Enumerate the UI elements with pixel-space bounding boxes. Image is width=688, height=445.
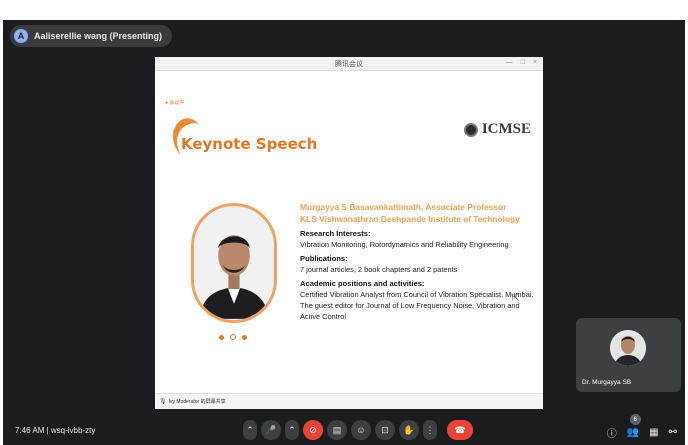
meeting-controls-bar: 7:46 AM | wsq-ivbb-zty ⌃ 🎤 ⌃ ⊘ ▤ ☺ ⊡ ✋ ⋮… — [3, 413, 685, 445]
research-heading: Research Interests: — [300, 229, 371, 238]
raise-hand-icon: ✋ — [403, 424, 415, 435]
participant-avatar — [610, 330, 646, 366]
presenter-label: Aaliserellie wang (Presenting) — [34, 31, 163, 41]
more-options-button[interactable]: ⋮ — [423, 420, 437, 440]
mic-icon: 🎤 — [265, 424, 277, 435]
mic-icon: 🎙 — [159, 399, 167, 405]
publications-heading: Publications: — [300, 254, 348, 263]
chevron-up-icon: ⌃ — [288, 424, 296, 435]
chat-icon[interactable]: ▦ — [649, 427, 658, 438]
camera-button[interactable]: ⊘ — [303, 420, 323, 440]
window-controls: — □ × — [506, 59, 537, 66]
speaker-photo — [191, 203, 277, 323]
activities-icon[interactable]: ⚯ — [669, 427, 677, 438]
hangup-icon: ☎ — [454, 424, 466, 435]
publications-text: 7 journal articles, 2 book chapters and … — [300, 265, 458, 274]
maximize-icon: □ — [520, 59, 525, 66]
participant-count-badge: 6 — [629, 414, 641, 425]
shared-window-title: 腾讯会议 — [335, 60, 363, 68]
shared-screen: 腾讯会议 — □ × ● 会议中 Keynote Speech ICMSE Mu… — [155, 57, 543, 409]
carousel-dot[interactable] — [242, 334, 247, 340]
captions-icon: ▤ — [332, 424, 342, 435]
present-button[interactable]: ⊡ — [375, 420, 395, 440]
meet-window: A Aaliserellie wang (Presenting) 腾讯会议 — … — [3, 20, 685, 445]
icmse-logo: ICMSE — [463, 121, 531, 138]
speaker-name: Murgayya S Basavankattimath, Associate P… — [300, 202, 507, 212]
captions-button[interactable]: ▤ — [327, 420, 347, 440]
presentation-slide: ● 会议中 Keynote Speech ICMSE Murgayya S Ba… — [155, 71, 543, 393]
participant-portrait-icon — [610, 330, 646, 366]
mouse-cursor-icon: ⇱ — [512, 293, 520, 303]
speaker-affiliation: KLS Vishwanathrao Deshpande Institute of… — [300, 214, 520, 224]
participant-name: Dr. Murgayya SB — [582, 379, 632, 386]
speaker-portrait-icon — [194, 207, 274, 319]
footer-label: Ivy Moderator 的屏幕共享 — [168, 399, 226, 405]
chevron-up-icon: ⌃ — [246, 424, 254, 435]
minimize-icon: — — [505, 59, 513, 66]
presenter-avatar-icon: A — [14, 29, 28, 43]
research-text: Vibration Monitoring, Rotordynamics and … — [300, 240, 509, 249]
raise-hand-button[interactable]: ✋ — [399, 420, 419, 440]
presenter-chip[interactable]: A Aaliserellie wang (Presenting) — [10, 25, 173, 47]
speaker-bio: Murgayya S Basavankattimath, Associate P… — [300, 201, 536, 322]
mic-options-button[interactable]: ⌃ — [243, 420, 257, 440]
shared-window-footer: 🎙 Ivy Moderator 的屏幕共享 — [155, 393, 543, 409]
academic-text: Certified Vibration Analyst from Council… — [300, 290, 534, 321]
info-icon[interactable]: ⓘ — [607, 425, 617, 440]
slide-title: Keynote Speech — [181, 135, 318, 153]
academic-heading: Academic positions and activities: — [300, 279, 425, 288]
slide-top-label: ● 会议中 — [165, 100, 185, 106]
seal-icon — [463, 122, 478, 137]
emoji-button[interactable]: ☺ — [351, 420, 371, 440]
emoji-icon: ☺ — [356, 425, 366, 435]
people-icon[interactable]: 👥 6 — [627, 414, 641, 438]
carousel-dot-active[interactable] — [230, 334, 236, 340]
control-buttons: ⌃ 🎤 ⌃ ⊘ ▤ ☺ ⊡ ✋ ⋮ ☎ — [243, 420, 473, 440]
more-icon: ⋮ — [425, 424, 435, 435]
logo-text: ICMSE — [481, 121, 531, 137]
carousel-dots — [219, 334, 247, 340]
mic-button[interactable]: 🎤 — [261, 420, 281, 440]
meeting-time-code: 7:46 AM | wsq-ivbb-zty — [15, 426, 96, 435]
right-controls: ⓘ 👥 6 ▦ ⚯ — [607, 414, 677, 440]
close-icon: × — [532, 59, 537, 66]
hangup-button[interactable]: ☎ — [447, 420, 473, 440]
participant-tile[interactable]: Dr. Murgayya SB — [576, 318, 681, 392]
present-icon: ⊡ — [381, 424, 389, 435]
camera-off-icon: ⊘ — [309, 424, 317, 435]
shared-window-titlebar: 腾讯会议 — □ × — [155, 57, 543, 71]
carousel-dot[interactable] — [219, 334, 224, 340]
camera-options-button[interactable]: ⌃ — [285, 420, 299, 440]
